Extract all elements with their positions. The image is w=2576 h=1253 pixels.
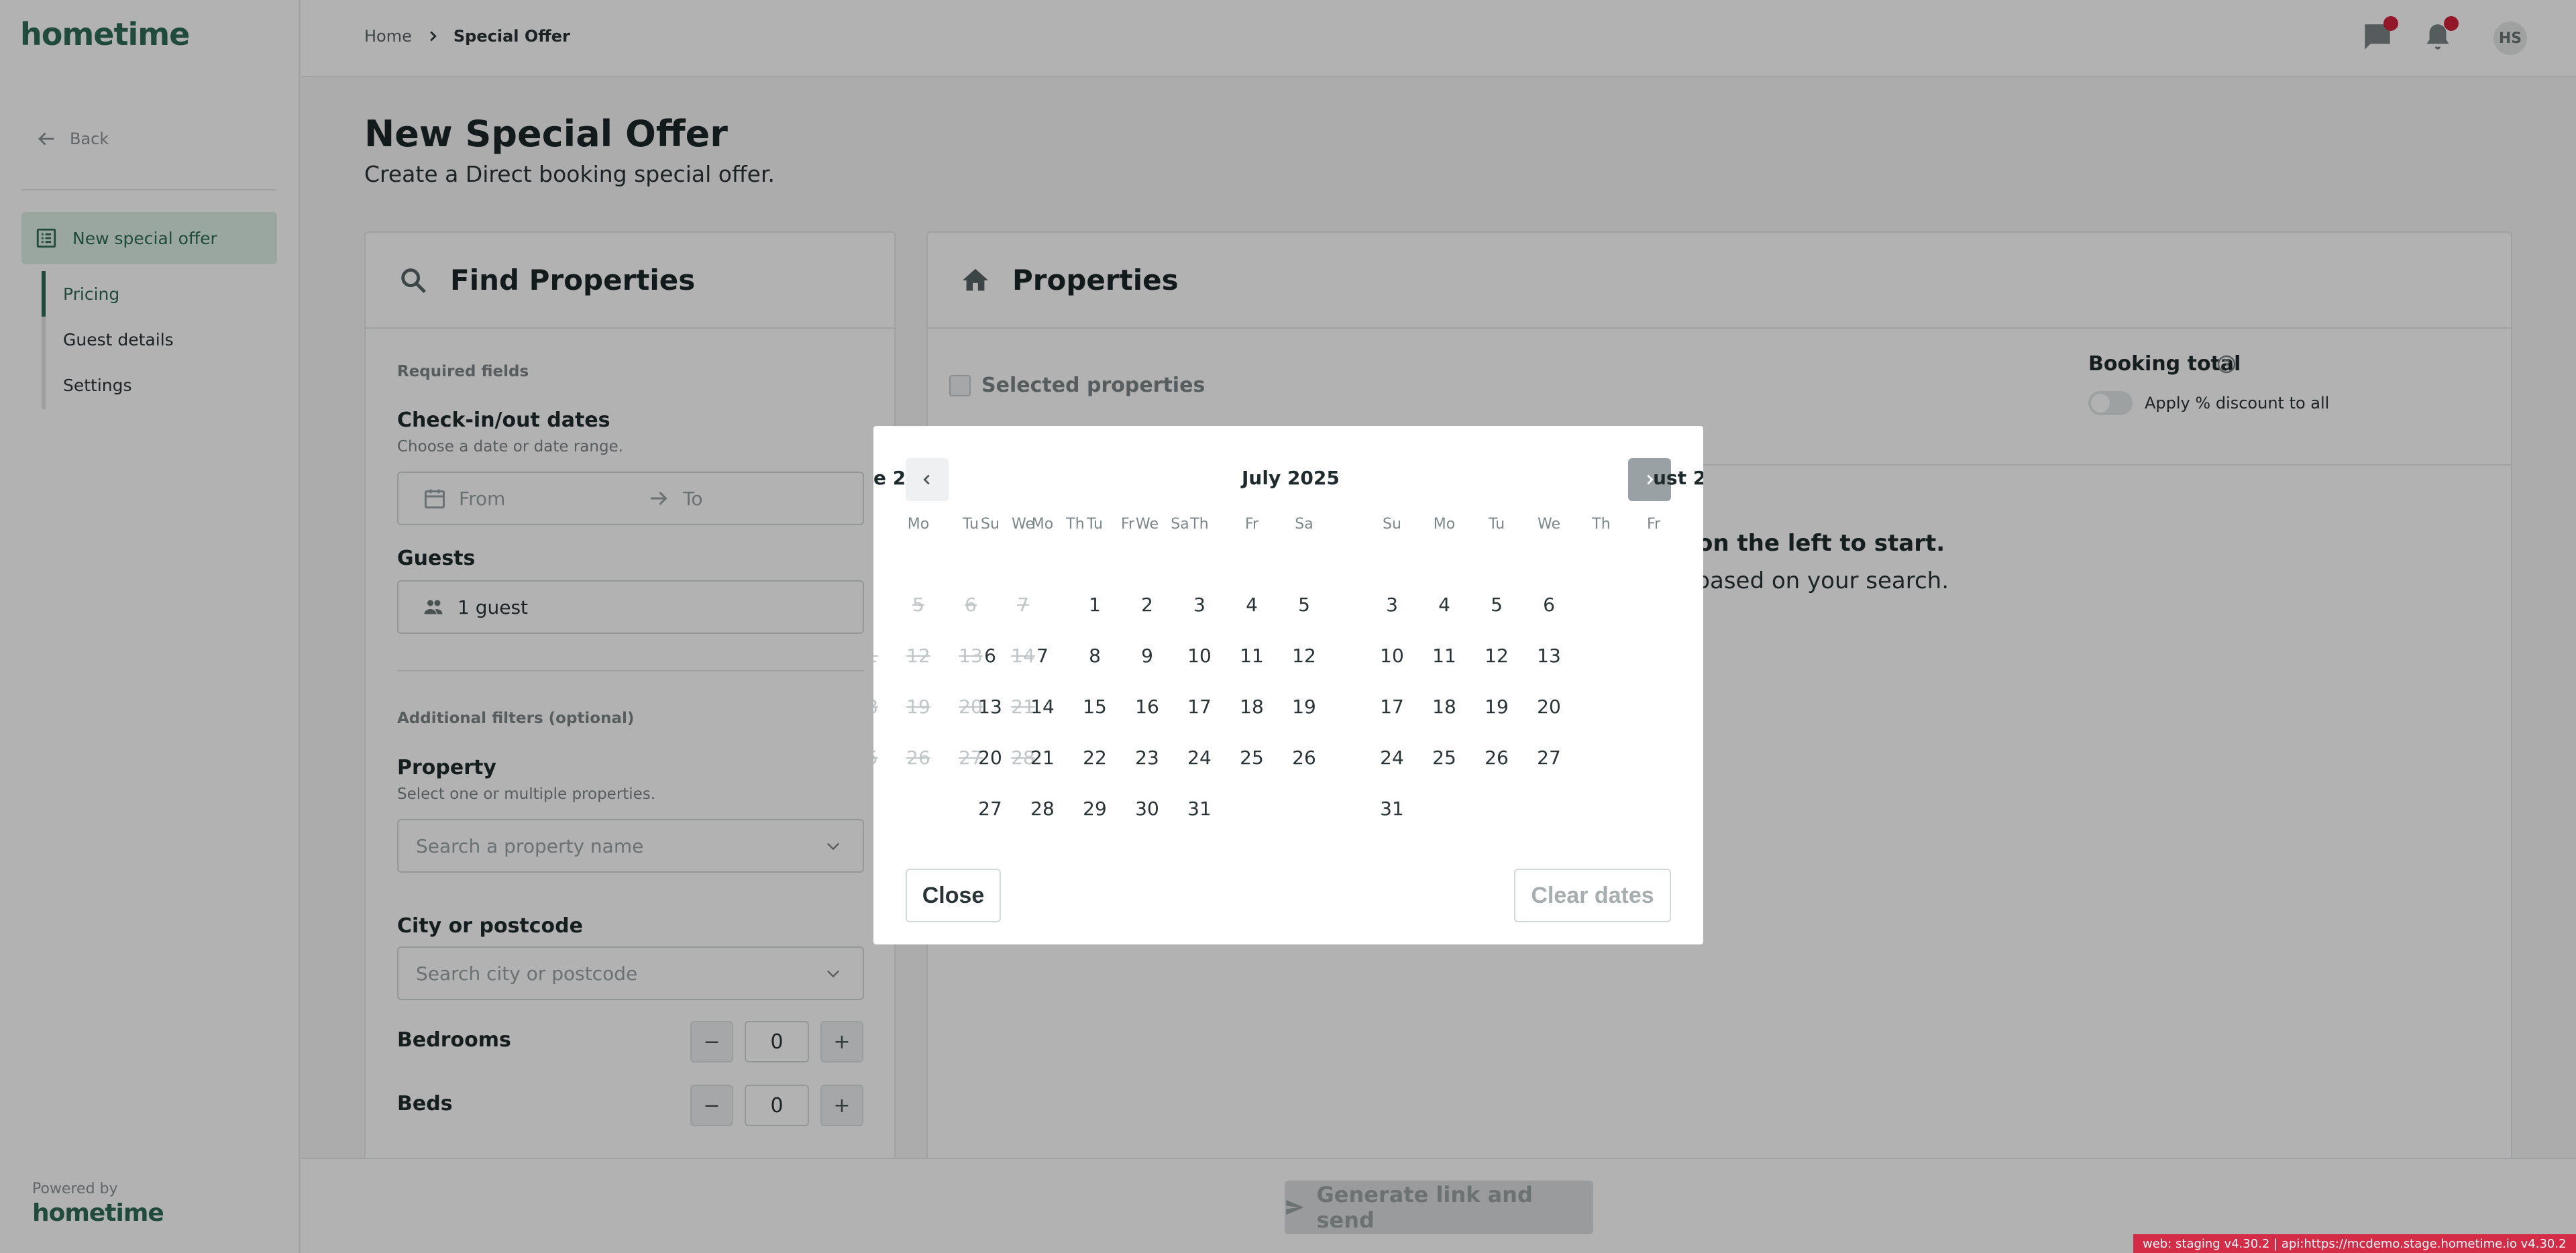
calendar-day[interactable]: 10 <box>1173 630 1226 681</box>
calendar-day-disabled[interactable]: 4 <box>873 579 892 630</box>
weekday-label: Mo <box>907 516 930 533</box>
calendar-day[interactable]: 31 <box>1366 783 1418 834</box>
calendar-day[interactable]: 11 <box>1226 630 1278 681</box>
previous-month-button[interactable] <box>906 458 949 501</box>
calendar-day[interactable]: 24 <box>1366 732 1418 783</box>
calendar-day[interactable]: 12 <box>1470 630 1523 681</box>
calendar-day[interactable]: 25 <box>1226 732 1278 783</box>
calendar-day[interactable]: 24 <box>1173 732 1226 783</box>
calendar-day-disabled[interactable]: 18 <box>873 681 892 732</box>
calendar-day[interactable]: 28 <box>1016 783 1069 834</box>
calendar-day[interactable]: 20 <box>1523 681 1575 732</box>
calendar-day[interactable]: 22 <box>1069 732 1121 783</box>
calendar-day[interactable]: 9 <box>1121 630 1173 681</box>
calendar-day[interactable]: 19 <box>1470 681 1523 732</box>
weekday-label: We <box>1136 516 1159 533</box>
calendar-day[interactable]: 17 <box>1173 681 1226 732</box>
calendar-day[interactable]: 7 <box>1016 630 1069 681</box>
calendar-day[interactable]: 5 <box>1470 579 1523 630</box>
calendar-day[interactable]: 21 <box>1016 732 1069 783</box>
weekday-label: Tu <box>1086 516 1104 533</box>
calendar-day[interactable]: 10 <box>1366 630 1418 681</box>
calendar-day[interactable]: 17 <box>1366 681 1418 732</box>
calendar-day[interactable]: 29 <box>1069 783 1121 834</box>
weekday-label: Mo <box>1031 516 1054 533</box>
month-title-august: ust 2 <box>1653 467 1703 489</box>
calendar-day[interactable]: 31 <box>1173 783 1226 834</box>
calendar-day[interactable]: 8 <box>1069 630 1121 681</box>
calendar-day[interactable]: 4 <box>1226 579 1278 630</box>
chevron-left-icon <box>923 474 930 485</box>
calendar-day[interactable]: 4 <box>1418 579 1470 630</box>
calendar-day[interactable]: 13 <box>1523 630 1575 681</box>
calendar-day[interactable]: 13 <box>964 681 1016 732</box>
calendar-day[interactable]: 26 <box>1470 732 1523 783</box>
calendar-day[interactable]: 23 <box>1121 732 1173 783</box>
calendar-day[interactable]: 2 <box>1121 579 1173 630</box>
weekday-label: We <box>1538 516 1560 533</box>
calendar-day[interactable]: 18 <box>1418 681 1470 732</box>
calendar-day[interactable]: 19 <box>1278 681 1330 732</box>
weekday-label: Fr <box>1244 516 1259 533</box>
calendar-day[interactable]: 3 <box>1366 579 1418 630</box>
calendar-day[interactable]: 1 <box>1069 579 1121 630</box>
calendar-day-disabled[interactable]: 12 <box>892 630 945 681</box>
weekday-label: Sa <box>1295 516 1313 533</box>
calendar-day-disabled[interactable]: 7 <box>997 579 1049 630</box>
calendar-day[interactable]: 26 <box>1278 732 1330 783</box>
calendar-day[interactable]: 18 <box>1226 681 1278 732</box>
weekday-label: Mo <box>1433 516 1456 533</box>
month-title-june: e 20 <box>873 467 906 489</box>
weekday-label: Th <box>1592 516 1611 533</box>
clear-dates-button[interactable]: Clear dates <box>1514 869 1671 922</box>
environment-badge: web: staging v4.30.2 | api:https://mcdem… <box>2133 1234 2576 1253</box>
calendar-day[interactable]: 11 <box>1418 630 1470 681</box>
calendar-day-disabled[interactable]: 6 <box>945 579 997 630</box>
calendar-day[interactable]: 27 <box>1523 732 1575 783</box>
calendar-day[interactable]: 25 <box>1418 732 1470 783</box>
calendar-day[interactable]: 5 <box>1278 579 1330 630</box>
close-button[interactable]: Close <box>906 869 1001 922</box>
calendar-day[interactable]: 6 <box>1523 579 1575 630</box>
calendar-day[interactable]: 15 <box>1069 681 1121 732</box>
calendar-day[interactable]: 14 <box>1016 681 1069 732</box>
calendar-day[interactable]: 30 <box>1121 783 1173 834</box>
calendar-day[interactable]: 20 <box>964 732 1016 783</box>
month-title-july: July 2025 <box>1242 467 1340 489</box>
calendar-day[interactable]: 6 <box>964 630 1016 681</box>
calendar-day-disabled[interactable]: 25 <box>873 732 892 783</box>
calendar-day[interactable]: 16 <box>1121 681 1173 732</box>
weekday-label: Fr <box>1646 516 1661 533</box>
weekday-label: Su <box>1383 516 1401 533</box>
weekday-label: Tu <box>1488 516 1505 533</box>
calendar-day-disabled[interactable]: 26 <box>892 732 945 783</box>
weekday-label: Th <box>1190 516 1209 533</box>
calendar-day[interactable]: 12 <box>1278 630 1330 681</box>
date-picker-modal: e 20 July 2025 ust 2 Mo Tu We Th Fr Sa Su Mo Tu W… <box>873 426 1703 944</box>
calendar-day-disabled[interactable]: 19 <box>892 681 945 732</box>
calendar-day[interactable]: 3 <box>1173 579 1226 630</box>
calendar-day[interactable]: 27 <box>964 783 1016 834</box>
calendar-day-disabled[interactable]: 5 <box>892 579 945 630</box>
calendar-day-disabled[interactable]: 11 <box>873 630 892 681</box>
weekday-label: Su <box>981 516 1000 533</box>
